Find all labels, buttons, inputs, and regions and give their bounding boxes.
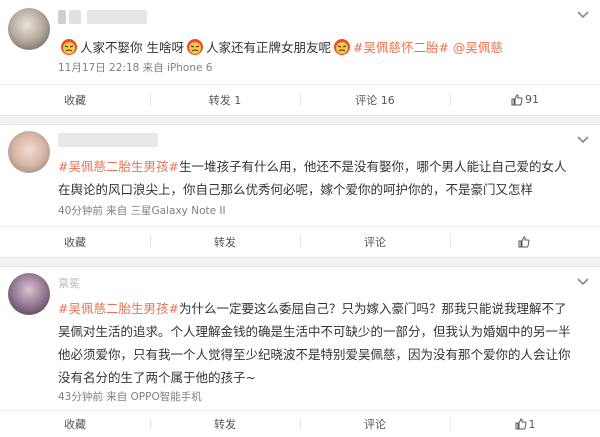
weibo-comment-feed: 人家不娶你 生啥呀 人家还有正牌女朋友呢 #吴佩慈怀二胎# @吴佩慈 11月17日 … xyxy=(0,0,600,437)
chevron-down-icon[interactable] xyxy=(576,10,590,20)
chevron-down-icon[interactable] xyxy=(576,135,590,145)
angry-face-icon xyxy=(334,39,350,55)
post-separator xyxy=(0,257,600,267)
comment-label: 评论 xyxy=(364,418,386,431)
like-count: 1 xyxy=(528,417,536,431)
favorite-button[interactable]: 收藏 xyxy=(0,85,150,114)
avatar[interactable] xyxy=(8,273,50,315)
repost-label: 转发 xyxy=(214,418,236,431)
comment-button[interactable]: 评论 xyxy=(300,411,450,437)
username[interactable]: 禀冕 xyxy=(58,275,80,291)
comment-label: 评论 xyxy=(364,235,386,249)
action-bar: 收藏 转发 评论 xyxy=(0,226,600,256)
post-text: #吴佩慈二胎生男孩#生一堆孩子有什么用，他还不是没有娶你，哪个男人能让自己爱的女… xyxy=(58,155,576,201)
thumbs-up-icon xyxy=(511,93,523,105)
like-button[interactable]: 1 xyxy=(450,411,600,437)
action-bar: 收藏 转发 1 评论 16 91 xyxy=(0,84,600,114)
topic-link[interactable]: #吴佩慈二胎生男孩# xyxy=(58,159,179,174)
favorite-label: 收藏 xyxy=(64,235,86,249)
repost-label: 转发 xyxy=(214,235,236,249)
post-text-segment: 人家还有正牌女朋友呢 xyxy=(205,40,331,55)
topic-link[interactable]: #吴佩慈怀二胎# xyxy=(353,40,449,55)
mention-link[interactable]: @吴佩慈 xyxy=(449,40,503,55)
avatar[interactable] xyxy=(8,131,50,173)
post-meta[interactable]: 11月17日 22:18 来自 iPhone 6 xyxy=(58,60,212,76)
post-text: 人家不娶你 生啥呀 人家还有正牌女朋友呢 #吴佩慈怀二胎# @吴佩慈 xyxy=(58,36,580,59)
chevron-down-icon[interactable] xyxy=(576,277,590,287)
favorite-button[interactable]: 收藏 xyxy=(0,227,150,256)
action-bar: 收藏 转发 评论 1 xyxy=(0,410,600,437)
post-text: #吴佩慈二胎生男孩#为什么一定要这么委屈自己？只为嫁入豪门吗？那我只能说我理解不… xyxy=(58,297,576,389)
like-button[interactable] xyxy=(450,227,600,256)
post-2: #吴佩慈二胎生男孩#生一堆孩子有什么用，他还不是没有娶你，哪个男人能让自己爱的女… xyxy=(0,125,600,257)
topic-link[interactable]: #吴佩慈二胎生男孩# xyxy=(58,301,179,316)
username-blurred[interactable] xyxy=(58,10,147,27)
like-button[interactable]: 91 xyxy=(450,85,600,114)
repost-button[interactable]: 转发 xyxy=(150,227,300,256)
favorite-label: 收藏 xyxy=(64,418,86,431)
repost-label: 转发 1 xyxy=(208,93,242,107)
angry-face-icon xyxy=(61,39,77,55)
post-text-segment: 人家不娶你 生啥呀 xyxy=(80,40,184,55)
post-1: 人家不娶你 生啥呀 人家还有正牌女朋友呢 #吴佩慈怀二胎# @吴佩慈 11月17日 … xyxy=(0,0,600,115)
favorite-button[interactable]: 收藏 xyxy=(0,411,150,437)
like-count: 91 xyxy=(525,93,539,106)
comment-button[interactable]: 评论 16 xyxy=(300,85,450,114)
angry-face-icon xyxy=(186,39,203,55)
post-separator xyxy=(0,115,600,125)
thumbs-up-icon xyxy=(515,418,527,430)
post-3: 禀冕 #吴佩慈二胎生男孩#为什么一定要这么委屈自己？只为嫁入豪门吗？那我只能说我… xyxy=(0,267,600,437)
repost-button[interactable]: 转发 1 xyxy=(150,85,300,114)
comment-button[interactable]: 评论 xyxy=(300,227,450,256)
favorite-label: 收藏 xyxy=(64,93,86,107)
repost-button[interactable]: 转发 xyxy=(150,411,300,437)
username-blurred[interactable] xyxy=(58,133,158,150)
thumbs-up-icon xyxy=(518,235,530,247)
comment-label: 评论 16 xyxy=(355,93,395,107)
avatar[interactable] xyxy=(8,8,50,50)
post-meta[interactable]: 40分钟前 来自 三星Galaxy Note II xyxy=(58,203,226,219)
post-meta[interactable]: 43分钟前 来自 OPPO智能手机 xyxy=(58,389,202,405)
